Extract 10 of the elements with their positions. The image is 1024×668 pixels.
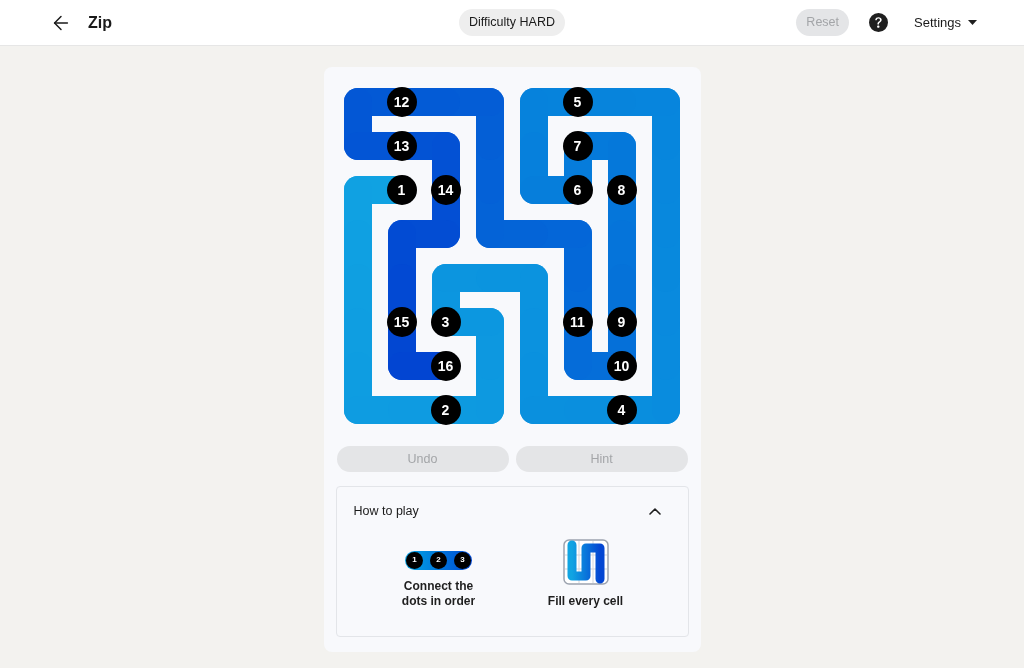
difficulty-label: Difficulty HARD — [459, 9, 565, 36]
help-icon[interactable] — [869, 13, 888, 32]
game-title: Zip — [88, 12, 112, 33]
tip-caption: Fill every cell — [546, 593, 625, 609]
chevron-up-icon — [648, 507, 661, 515]
filled-grid-icon — [562, 538, 609, 585]
tip-caption: Connect the dots in order — [400, 578, 477, 609]
settings-menu-button[interactable]: Settings — [914, 12, 977, 33]
how-to-play-toggle[interactable]: How to play — [353, 502, 671, 521]
caret-icon — [968, 20, 977, 25]
